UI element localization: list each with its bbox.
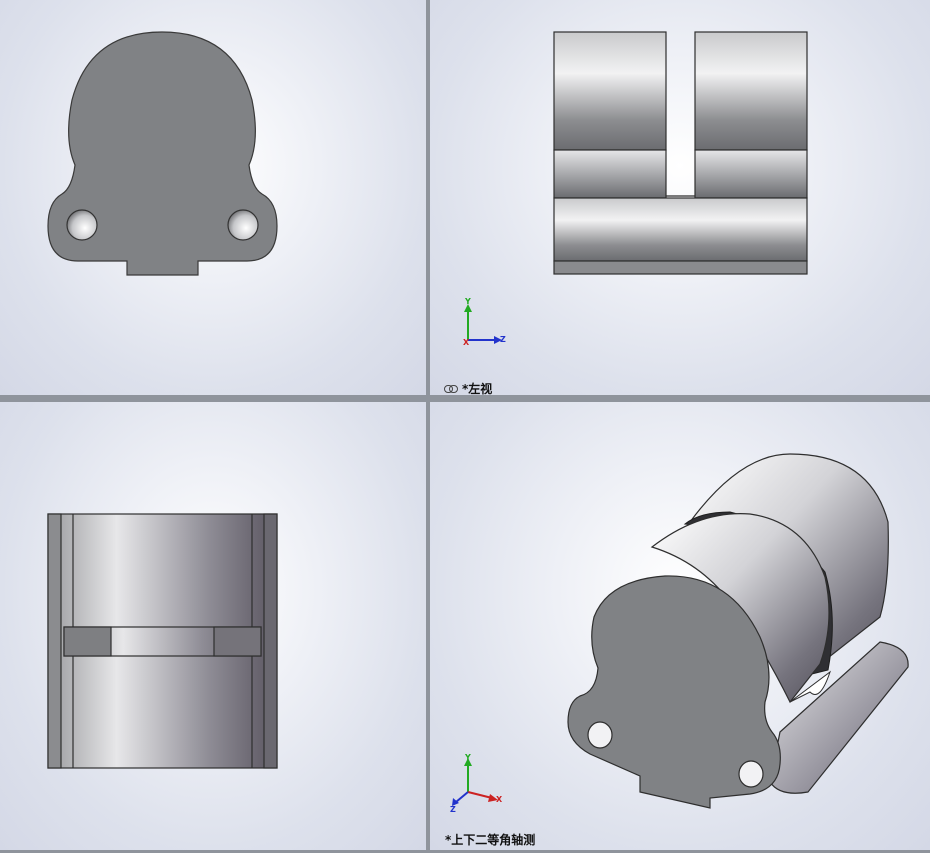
viewport-isometric[interactable]: Y X Z *上下二等角轴测 <box>430 402 930 850</box>
view-label-isometric-text: *上下二等角轴测 <box>445 833 536 847</box>
svg-text:X: X <box>463 338 470 346</box>
axis-triad: Y Z X <box>463 297 506 346</box>
svg-text:Y: Y <box>464 297 471 306</box>
top-view-part <box>47 513 278 769</box>
svg-text:Z: Z <box>450 805 456 814</box>
svg-text:Y: Y <box>464 754 471 762</box>
hole-left <box>66 209 98 241</box>
view-label-left-text: *左视 <box>462 382 493 395</box>
hole-right <box>227 209 259 241</box>
link-icon <box>444 384 458 393</box>
iso-hole-right <box>738 760 764 788</box>
viewport-front[interactable] <box>0 0 426 395</box>
svg-text:Z: Z <box>500 335 506 344</box>
view-label-left: *左视 <box>444 380 492 395</box>
viewport-top-view[interactable] <box>0 402 426 850</box>
iso-axis-triad: Y X Z <box>450 754 503 814</box>
divider-horizontal[interactable] <box>0 395 930 402</box>
view-label-isometric: *上下二等角轴测 <box>445 831 535 848</box>
iso-hole-left <box>587 721 613 749</box>
front-view-part <box>47 31 278 276</box>
viewport-left-view[interactable]: Y Z X *左视 <box>430 0 930 395</box>
svg-text:X: X <box>496 795 503 804</box>
